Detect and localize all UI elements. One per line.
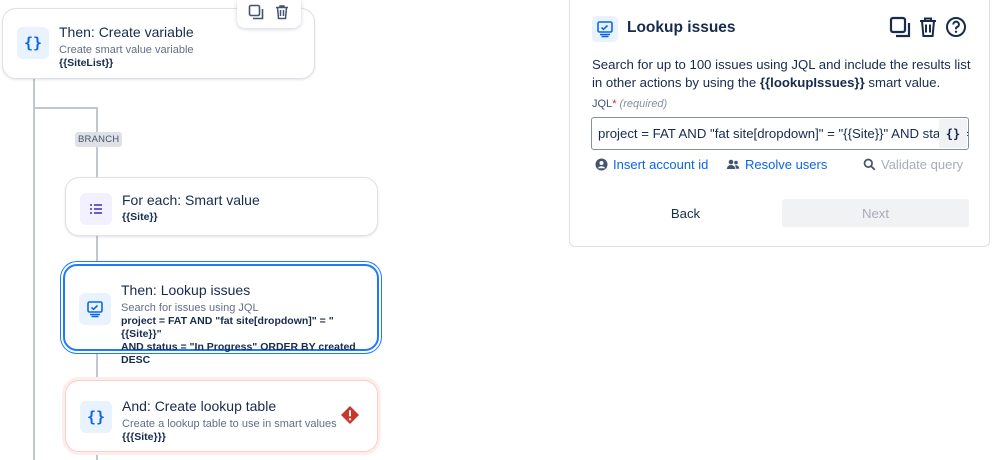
- duplicate-icon[interactable]: [248, 4, 264, 25]
- link-label: Insert account id: [613, 157, 709, 172]
- jql-label-text: JQL: [592, 98, 613, 110]
- lookup-issues-panel: Lookup issues Search for up to 100 issue…: [569, 0, 990, 247]
- card-subtitle: Create smart value variable: [59, 44, 194, 56]
- validate-query-link[interactable]: Validate query: [863, 157, 963, 172]
- jql-input[interactable]: project = FAT AND "fat site[dropdown]" =…: [591, 117, 969, 150]
- action-card-for-each[interactable]: For each: Smart value {{Site}}: [65, 177, 378, 236]
- error-icon: [340, 405, 360, 425]
- action-card-create-lookup-table[interactable]: {} And: Create lookup table Create a loo…: [65, 380, 378, 452]
- rule-canvas: {} Then: Create variable Create smart va…: [0, 0, 560, 460]
- card-subtitle: Create a lookup table to use in smart va…: [122, 418, 337, 430]
- lookup-issues-icon: [79, 293, 111, 325]
- resolve-users-link[interactable]: Resolve users: [726, 157, 827, 172]
- back-button[interactable]: Back: [592, 199, 779, 227]
- card-title: Then: Lookup issues: [121, 282, 251, 298]
- jql-value: project = FAT AND "fat site[dropdown]" =…: [598, 126, 968, 141]
- card-title: Then: Create variable: [59, 24, 194, 40]
- lookup-issues-icon: [592, 16, 618, 42]
- card-subtitle: Search for issues using JQL: [121, 302, 259, 314]
- trash-icon[interactable]: [274, 4, 290, 25]
- jql-label: JQL* (required): [592, 98, 667, 110]
- action-card-lookup-issues[interactable]: Then: Lookup issues Search for issues us…: [63, 264, 379, 366]
- required-asterisk: *: [612, 98, 617, 110]
- duplicate-icon[interactable]: [889, 16, 911, 43]
- card-detail: AND status = "In Progress" ORDER BY crea…: [121, 341, 356, 366]
- list-icon: [80, 193, 112, 225]
- smart-value-button[interactable]: {}: [939, 119, 967, 148]
- branch-label: BRANCH: [75, 132, 123, 147]
- link-label: Validate query: [881, 157, 964, 172]
- trash-icon[interactable]: [917, 16, 939, 43]
- card-detail: project = FAT AND "fat site[dropdown]" =…: [121, 315, 334, 340]
- next-button[interactable]: Next: [782, 199, 969, 227]
- help-icon[interactable]: [945, 16, 967, 43]
- card-title: For each: Smart value: [122, 192, 260, 208]
- link-label: Resolve users: [745, 157, 828, 172]
- user-circle-icon: [595, 158, 608, 171]
- curly-braces-icon: {}: [80, 401, 112, 433]
- required-hint: (required): [619, 98, 668, 110]
- insert-account-id-link[interactable]: Insert account id: [595, 157, 708, 172]
- search-icon: [863, 158, 876, 171]
- panel-description: Search for up to 100 issues using JQL an…: [592, 56, 977, 92]
- curly-braces-icon: {}: [17, 27, 49, 59]
- card-detail: {{Site}}: [122, 211, 158, 223]
- users-icon: [726, 159, 740, 169]
- card-toolbar: [237, 0, 301, 28]
- card-detail: {{SiteList}}: [59, 57, 114, 69]
- card-title: And: Create lookup table: [122, 398, 277, 414]
- panel-toolbar: [889, 16, 967, 43]
- card-detail: {{{Site}}}: [122, 431, 166, 443]
- connector-line: [33, 78, 35, 460]
- connector-line: [33, 107, 98, 109]
- description-text: smart value.: [864, 75, 941, 90]
- panel-title: Lookup issues: [627, 19, 736, 36]
- description-smart-value: {{lookupIssues}}: [759, 75, 865, 90]
